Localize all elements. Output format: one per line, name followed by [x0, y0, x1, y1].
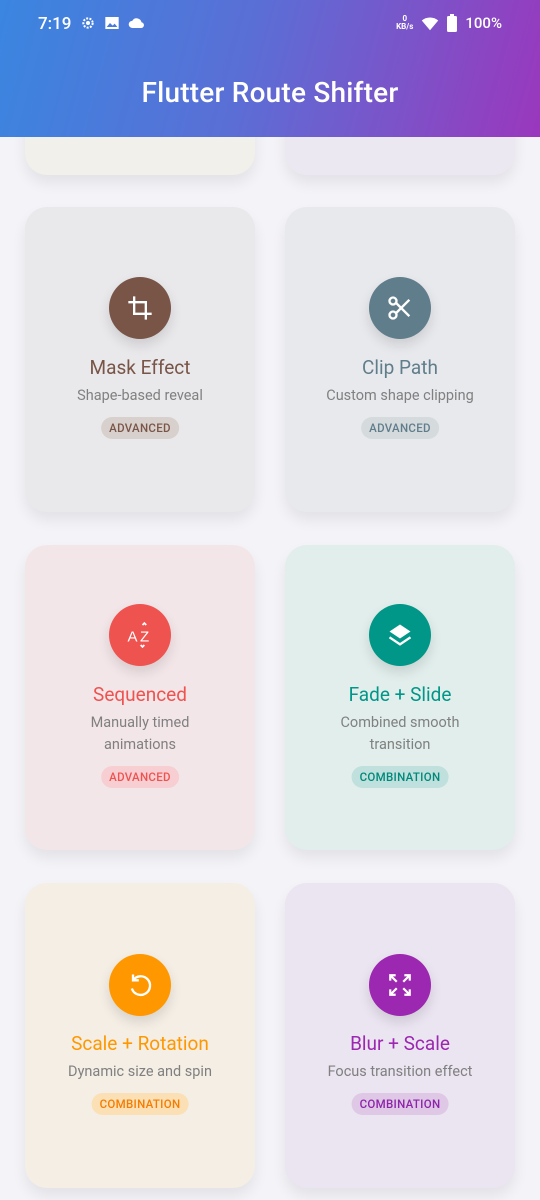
card-sequenced[interactable]: AZ Sequenced Manually timed animations A… — [25, 545, 255, 850]
svg-text:Z: Z — [140, 628, 149, 645]
settings-gear-icon — [82, 17, 94, 29]
scissors-icon — [369, 277, 431, 339]
card-mask-effect[interactable]: Mask Effect Shape-based reveal ADVANCED — [25, 207, 255, 512]
card-blur-scale[interactable]: Blur + Scale Focus transition effect COM… — [285, 883, 515, 1188]
transition-grid: Mask Effect Shape-based reveal ADVANCED … — [0, 0, 540, 1200]
crop-icon — [109, 277, 171, 339]
battery-icon — [447, 14, 458, 32]
app-bar: 7:19 0 KB/s 100% Flutter Route Shifter — [0, 0, 540, 137]
card-title: Fade + Slide — [348, 683, 452, 706]
card-title: Mask Effect — [89, 356, 191, 379]
card-fade-slide[interactable]: Fade + Slide Combined smooth transition … — [285, 545, 515, 850]
sort-az-icon: AZ — [109, 604, 171, 666]
net-speed-unit: KB/s — [396, 22, 414, 31]
rotate-icon — [109, 954, 171, 1016]
system-indicators: 0 KB/s 100% — [396, 14, 502, 32]
card-clip-path[interactable]: Clip Path Custom shape clipping ADVANCED — [285, 207, 515, 512]
battery-percentage: 100% — [465, 14, 502, 32]
zoom-expand-icon — [369, 954, 431, 1016]
card-description: Combined smooth transition — [340, 714, 460, 753]
card-description: Custom shape clipping — [326, 387, 474, 404]
status-bar: 7:19 0 KB/s 100% — [0, 0, 540, 50]
network-speed: 0 KB/s — [396, 15, 413, 31]
category-badge: COMBINATION — [351, 766, 449, 788]
layers-icon — [369, 604, 431, 666]
app-title: Flutter Route Shifter — [141, 76, 399, 109]
cloud-icon — [128, 18, 144, 28]
card-description: Dynamic size and spin — [68, 1063, 212, 1080]
clock: 7:19 — [38, 14, 72, 34]
category-badge: ADVANCED — [101, 766, 179, 788]
notification-icons — [80, 15, 145, 31]
card-title: Clip Path — [362, 356, 438, 379]
card-title: Sequenced — [93, 683, 187, 706]
category-badge: ADVANCED — [361, 417, 439, 439]
wifi-icon — [422, 16, 439, 30]
svg-text:A: A — [128, 628, 138, 645]
card-scale-rotation[interactable]: Scale + Rotation Dynamic size and spin C… — [25, 883, 255, 1188]
card-description: Manually timed animations — [90, 714, 190, 753]
card-description: Shape-based reveal — [77, 387, 203, 404]
image-icon — [105, 17, 119, 29]
card-title: Blur + Scale — [350, 1032, 450, 1055]
category-badge: COMBINATION — [91, 1093, 189, 1115]
card-description: Focus transition effect — [327, 1063, 473, 1080]
card-title: Scale + Rotation — [71, 1032, 209, 1055]
category-badge: COMBINATION — [351, 1093, 449, 1115]
category-badge: ADVANCED — [101, 417, 179, 439]
